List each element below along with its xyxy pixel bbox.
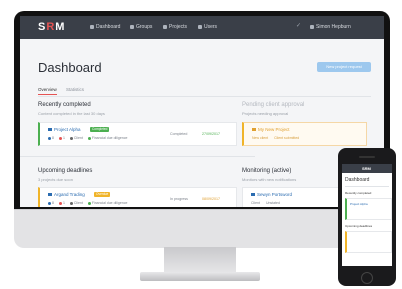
app-logo[interactable]: SRM bbox=[38, 21, 65, 33]
phone-navbar: SRM bbox=[342, 164, 392, 173]
folder-icon bbox=[252, 128, 256, 132]
upcoming-deadlines-title: Upcoming deadlines bbox=[38, 168, 93, 174]
nav-item-users[interactable]: Users bbox=[198, 24, 217, 30]
folder-icon bbox=[251, 193, 255, 197]
tab-overview[interactable]: Overview bbox=[38, 87, 57, 95]
project-status: In progress bbox=[170, 197, 188, 201]
project-link[interactable]: Argand Trading bbox=[48, 192, 85, 197]
type-icon bbox=[87, 201, 91, 205]
alert-icon bbox=[58, 136, 62, 140]
project-date: 27/09/2017 bbox=[202, 132, 220, 136]
phone-page-title: Dashboard bbox=[345, 177, 370, 183]
page-title: Dashboard bbox=[38, 60, 102, 75]
alert-icon bbox=[58, 201, 62, 205]
groups-icon bbox=[130, 24, 134, 29]
recently-completed-subtitle: Content completed in the last 30 days bbox=[38, 111, 105, 116]
user-icon bbox=[310, 24, 314, 29]
phone-app-logo[interactable]: SRM bbox=[362, 166, 371, 171]
phone-project-link[interactable]: Project Alpha bbox=[350, 202, 368, 206]
status-badge: Completed bbox=[90, 127, 110, 132]
phone-project-card[interactable]: Project Alpha bbox=[345, 198, 392, 220]
nav-item-projects[interactable]: Projects bbox=[163, 24, 187, 30]
project-meta: 8 1 Client Financial due diligence bbox=[48, 136, 127, 140]
project-card-completed[interactable]: Project Alpha Completed 8 1 Client Finan… bbox=[38, 122, 237, 146]
users-icon bbox=[48, 201, 51, 205]
phone-section-title: Recently completed bbox=[345, 191, 372, 195]
tab-bar: Overview Statistics bbox=[38, 86, 371, 97]
user-menu[interactable]: Simon Hepburn bbox=[310, 24, 351, 30]
monitor-link[interactable]: Sewyn Portsword bbox=[251, 192, 292, 197]
project-date: 08/09/2017 bbox=[202, 197, 220, 201]
phone-screen: SRM Dashboard Recently completed Project… bbox=[342, 164, 392, 266]
recently-completed-title: Recently completed bbox=[38, 102, 91, 108]
phone-home-button[interactable] bbox=[361, 272, 373, 284]
pending-approval-title: Pending client approval bbox=[242, 102, 305, 108]
project-meta: 8 1 Client Financial due diligence bbox=[48, 201, 127, 205]
pending-approval-subtitle: Projects needing approval bbox=[242, 111, 289, 116]
users-icon bbox=[48, 136, 51, 140]
nav-item-dashboard[interactable]: Dashboard bbox=[90, 24, 120, 30]
project-status: Completed bbox=[170, 132, 188, 136]
desktop-screen: SRM Dashboard Groups Projects Users ✓ Si… bbox=[20, 16, 384, 207]
monitor-card[interactable]: Sewyn Portsword Client Unstated bbox=[242, 187, 344, 207]
pending-project-card[interactable]: My New Project New client Client submitt… bbox=[242, 122, 367, 146]
top-navbar: SRM Dashboard Groups Projects Users ✓ Si… bbox=[20, 16, 384, 39]
folder-icon bbox=[163, 24, 167, 29]
project-link[interactable]: Project Alpha bbox=[48, 127, 81, 132]
monitoring-title: Monitoring (active) bbox=[242, 168, 292, 174]
monitor-meta: Client Unstated bbox=[251, 201, 280, 205]
status-badge: Overdue bbox=[94, 192, 111, 197]
phone-speaker bbox=[359, 156, 375, 158]
check-icon[interactable]: ✓ bbox=[296, 22, 302, 29]
dashboard-icon bbox=[90, 24, 94, 29]
phone-divider bbox=[345, 186, 389, 187]
imac-base bbox=[140, 272, 260, 281]
project-link[interactable]: My New Project bbox=[252, 127, 290, 132]
folder-icon bbox=[48, 128, 52, 132]
upcoming-deadlines-subtitle: 3 projects due soon bbox=[38, 177, 73, 182]
section-divider bbox=[20, 156, 255, 157]
nav-item-groups[interactable]: Groups bbox=[130, 24, 152, 30]
monitoring-subtitle: Monitors with new notifications bbox=[242, 177, 297, 182]
client-icon bbox=[69, 201, 73, 205]
phone-project-card-2[interactable] bbox=[345, 231, 392, 253]
type-icon bbox=[87, 136, 91, 140]
new-project-request-button[interactable]: New project request bbox=[317, 62, 371, 72]
tab-statistics[interactable]: Statistics bbox=[66, 87, 84, 92]
phone-section-title-2: Upcoming deadlines bbox=[345, 224, 373, 228]
imac-stand bbox=[164, 247, 236, 273]
apple-logo-icon bbox=[187, 224, 203, 240]
project-card-upcoming[interactable]: Argand Trading Overdue 8 1 Client Financ… bbox=[38, 187, 237, 207]
client-icon bbox=[69, 136, 73, 140]
project-meta: New client Client submitted bbox=[252, 136, 300, 140]
folder-icon bbox=[48, 193, 52, 197]
user-icon bbox=[198, 24, 202, 29]
